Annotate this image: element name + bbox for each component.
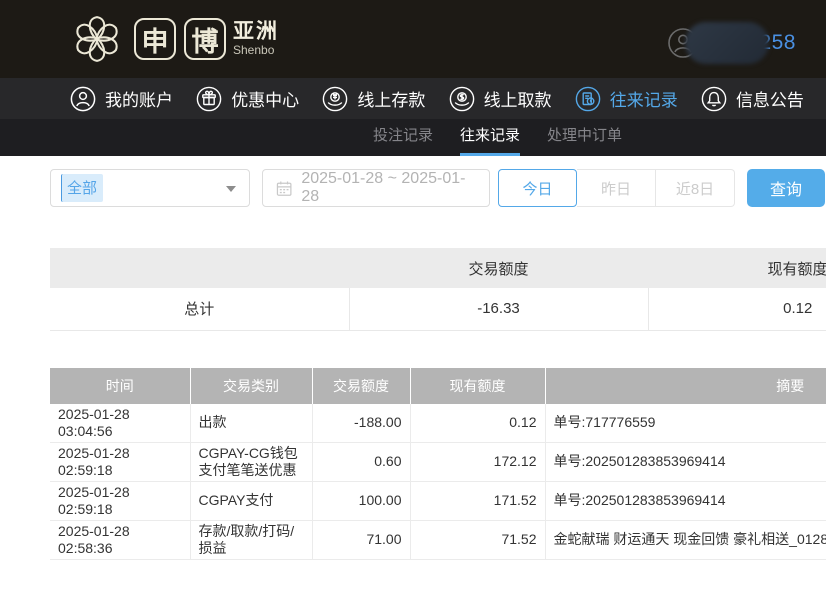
nav-item-transaction-records[interactable]: 往来记录 bbox=[575, 86, 678, 112]
user-icon bbox=[70, 86, 96, 112]
nav-item-online-deposit[interactable]: 线上存款 bbox=[322, 86, 425, 112]
quick-btn-last-8-days[interactable]: 近8日 bbox=[656, 169, 735, 207]
summary-transaction-total: -16.33 bbox=[349, 288, 648, 330]
brand-logo: 申 博 亚洲 Shenbo bbox=[68, 11, 279, 67]
records-cell-balance: 171.52 bbox=[410, 481, 545, 520]
tab-pending-orders[interactable]: 处理中订单 bbox=[547, 119, 622, 156]
summary-col-transaction: 交易额度 bbox=[349, 248, 648, 288]
filter-bar: 全部 2025-01-28 ~ 2025-01-28 今日 昨日 bbox=[50, 169, 826, 207]
records-cell-balance: 0.12 bbox=[410, 404, 545, 443]
quick-date-group: 今日 昨日 近8日 bbox=[498, 169, 735, 207]
redacted-username bbox=[685, 22, 769, 64]
records-cell-amount: -188.00 bbox=[312, 404, 410, 443]
records-cell-amount: 100.00 bbox=[312, 481, 410, 520]
flower-logo-icon bbox=[68, 11, 126, 67]
app-header: 申 博 亚洲 Shenbo 258 bbox=[0, 0, 826, 78]
nav-item-announcements[interactable]: 信息公告 bbox=[701, 86, 804, 112]
records-body: 2025-01-28 03:04:56出款-188.000.12单号:71777… bbox=[50, 404, 826, 560]
date-range-input[interactable]: 2025-01-28 ~ 2025-01-28 bbox=[262, 169, 490, 207]
records-cell-summary: 单号:202501283853969414 bbox=[545, 481, 826, 520]
sub-nav: 投注记录 往来记录 处理中订单 bbox=[0, 119, 826, 156]
tab-transaction-records[interactable]: 往来记录 bbox=[460, 119, 520, 156]
records-cell-type: CGPAY支付 bbox=[190, 481, 312, 520]
nav-label: 线上存款 bbox=[357, 86, 425, 111]
main-nav: 我的账户 优惠中心 线上存款 bbox=[0, 78, 826, 119]
summary-col-empty bbox=[50, 248, 349, 288]
records-cell-summary: 单号:202501283853969414 bbox=[545, 442, 826, 481]
records-row: 2025-01-28 02:58:36存款/取款/打码/损益71.0071.52… bbox=[50, 520, 826, 559]
records-cell-balance: 71.52 bbox=[410, 520, 545, 559]
nav-label: 信息公告 bbox=[736, 86, 804, 111]
summary-total-row: 总计 -16.33 0.12 bbox=[50, 288, 826, 330]
records-column-header: 摘要 bbox=[545, 368, 826, 404]
records-cell-summary: 金蛇献瑞 财运通天 现金回馈 豪礼相送_0128 bbox=[545, 520, 826, 559]
summary-col-balance: 现有额度 bbox=[648, 248, 826, 288]
records-cell-amount: 71.00 bbox=[312, 520, 410, 559]
withdraw-icon bbox=[449, 86, 475, 112]
brand-region-label: 亚洲 bbox=[233, 21, 279, 43]
records-cell-time: 2025-01-28 02:58:36 bbox=[50, 520, 190, 559]
records-cell-type: 出款 bbox=[190, 404, 312, 443]
category-selected-value: 全部 bbox=[61, 174, 103, 202]
records-column-header: 交易额度 bbox=[312, 368, 410, 404]
logo-char-shen: 申 bbox=[134, 18, 176, 60]
records-column-header: 现有额度 bbox=[410, 368, 545, 404]
deposit-icon bbox=[322, 86, 348, 112]
records-cell-amount: 0.60 bbox=[312, 442, 410, 481]
quick-btn-yesterday[interactable]: 昨日 bbox=[577, 169, 656, 207]
summary-balance-total: 0.12 bbox=[648, 288, 826, 330]
gift-icon bbox=[196, 86, 222, 112]
nav-item-my-account[interactable]: 我的账户 bbox=[70, 86, 173, 112]
nav-label: 往来记录 bbox=[610, 86, 678, 111]
logo-char-bo: 博 bbox=[184, 18, 226, 60]
bell-icon bbox=[701, 86, 727, 112]
chevron-down-icon bbox=[226, 186, 236, 192]
records-cell-balance: 172.12 bbox=[410, 442, 545, 481]
tab-betting-records[interactable]: 投注记录 bbox=[373, 119, 433, 156]
date-range-value: 2025-01-28 ~ 2025-01-28 bbox=[301, 170, 476, 206]
nav-label: 线上取款 bbox=[484, 86, 552, 111]
records-cell-time: 2025-01-28 03:04:56 bbox=[50, 404, 190, 443]
calendar-icon bbox=[276, 180, 292, 197]
records-cell-type: 存款/取款/打码/损益 bbox=[190, 520, 312, 559]
records-column-header: 时间 bbox=[50, 368, 190, 404]
nav-label: 我的账户 bbox=[105, 86, 173, 111]
records-column-header: 交易类别 bbox=[190, 368, 312, 404]
quick-btn-today[interactable]: 今日 bbox=[498, 169, 577, 207]
records-row: 2025-01-28 03:04:56出款-188.000.12单号:71777… bbox=[50, 404, 826, 443]
summary-row-label: 总计 bbox=[50, 288, 349, 330]
category-select[interactable]: 全部 bbox=[50, 169, 250, 207]
records-cell-time: 2025-01-28 02:59:18 bbox=[50, 481, 190, 520]
records-cell-type: CGPAY-CG钱包支付笔笔送优惠 bbox=[190, 442, 312, 481]
user-area[interactable]: 258 bbox=[667, 22, 796, 64]
summary-table: 交易额度 现有额度 总计 -16.33 0.12 bbox=[50, 248, 826, 331]
brand-region-en-label: Shenbo bbox=[233, 43, 279, 57]
records-cell-summary: 单号:717776559 bbox=[545, 404, 826, 443]
nav-item-online-withdraw[interactable]: 线上取款 bbox=[449, 86, 552, 112]
records-row: 2025-01-28 02:59:18CGPAY支付100.00171.52单号… bbox=[50, 481, 826, 520]
content-area: 全部 2025-01-28 ~ 2025-01-28 今日 昨日 bbox=[0, 156, 826, 560]
nav-label: 优惠中心 bbox=[231, 86, 299, 111]
records-cell-time: 2025-01-28 02:59:18 bbox=[50, 442, 190, 481]
records-icon bbox=[575, 86, 601, 112]
nav-item-promotions[interactable]: 优惠中心 bbox=[196, 86, 299, 112]
records-row: 2025-01-28 02:59:18CGPAY-CG钱包支付笔笔送优惠0.60… bbox=[50, 442, 826, 481]
records-table: 时间交易类别交易额度现有额度摘要 2025-01-28 03:04:56出款-1… bbox=[50, 368, 826, 560]
records-header-row: 时间交易类别交易额度现有额度摘要 bbox=[50, 368, 826, 404]
query-button[interactable]: 查询 bbox=[747, 169, 825, 207]
